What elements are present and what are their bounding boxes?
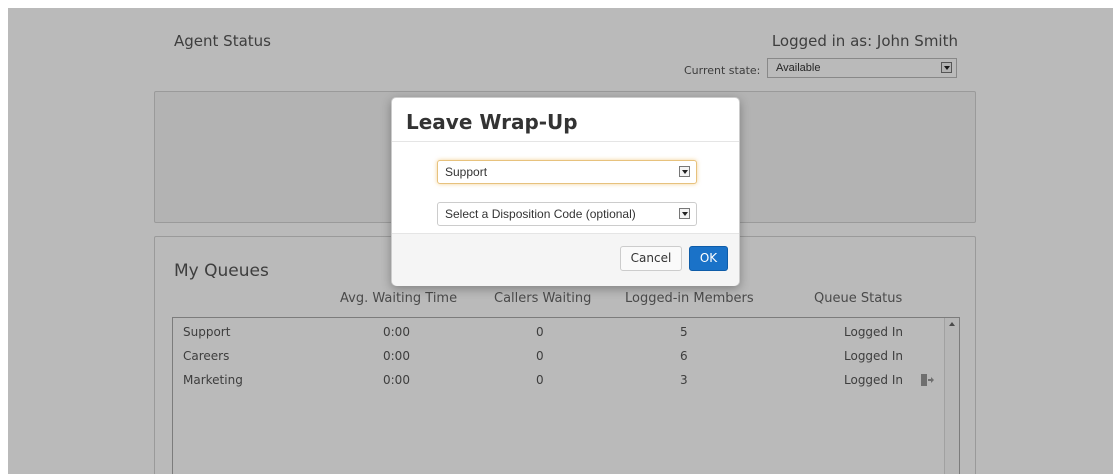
dialog-footer: Cancel OK: [392, 233, 739, 286]
dialog-header-divider: [392, 141, 739, 142]
ok-button[interactable]: OK: [689, 246, 728, 271]
leave-wrap-up-dialog: Leave Wrap-Up Support Select a Dispositi…: [391, 97, 740, 286]
queue-select-value: Support: [445, 165, 488, 179]
chevron-down-icon[interactable]: [679, 208, 690, 219]
dialog-title: Leave Wrap-Up: [406, 110, 578, 134]
disposition-select-value: Select a Disposition Code (optional): [445, 207, 636, 221]
cancel-button[interactable]: Cancel: [620, 246, 682, 271]
page: Agent Status Logged in as: John Smith Cu…: [8, 8, 1113, 474]
disposition-code-select[interactable]: Select a Disposition Code (optional): [437, 202, 697, 226]
chevron-down-icon[interactable]: [679, 166, 690, 177]
queue-select[interactable]: Support: [437, 160, 697, 184]
